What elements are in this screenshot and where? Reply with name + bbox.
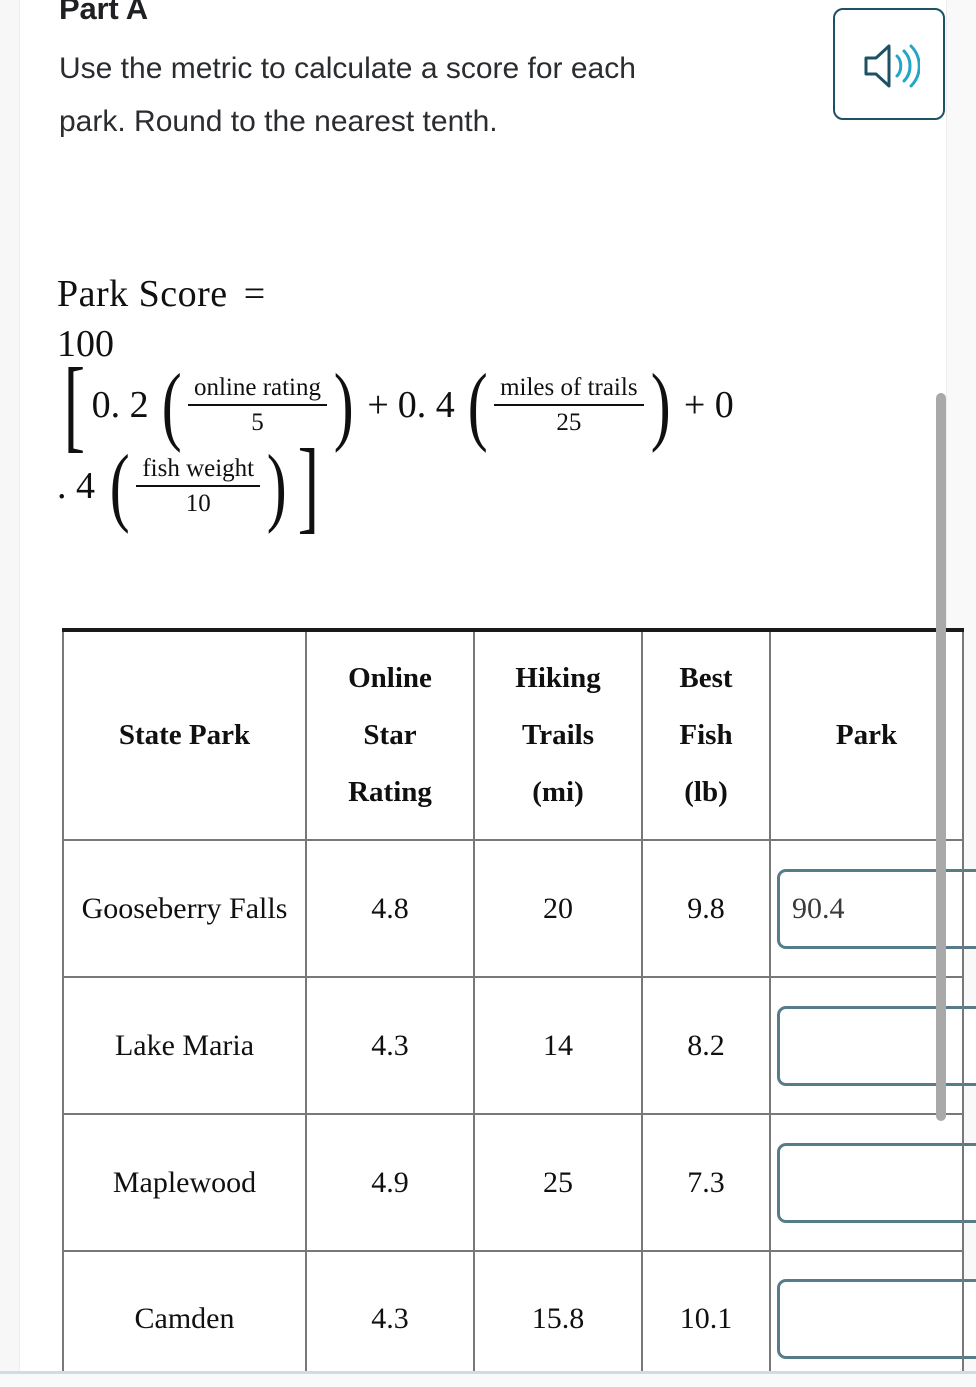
play-audio-button[interactable] (833, 8, 945, 120)
formula-close-bracket: ] (298, 427, 320, 543)
page-title: Part A (59, 0, 148, 26)
column-header-fish-line-3: (lb) (684, 776, 728, 808)
bottom-edge-band (0, 1371, 976, 1387)
column-header-rating-line-3: Rating (348, 776, 432, 808)
cell-park-score (769, 1250, 976, 1387)
park-score-input[interactable] (777, 1142, 976, 1223)
question-prompt: Use the metric to calculate a score for … (59, 52, 636, 138)
formula-fraction-miles-of-trails: miles of trails 25 (494, 374, 644, 437)
formula-term3-numerator: fish weight (136, 455, 261, 487)
cell-state-park: Maplewood (62, 1113, 307, 1252)
formula-fraction-fish-weight: fish weight 10 (136, 455, 261, 518)
table-row: Maplewood 4.9 25 7.3 (62, 1113, 976, 1252)
formula-plus-1: + (367, 384, 389, 427)
column-header-hiking-trails: Hiking Trails (mi) (473, 628, 643, 841)
park-score-table: State Park Online Star Rating Hiking Tra… (62, 628, 976, 1387)
park-score-input[interactable] (777, 1005, 976, 1086)
formula-close-paren-2: ) (650, 356, 671, 454)
table-row: Camden 4.3 15.8 10.1 (62, 1250, 976, 1387)
column-header-rating-line-1: Online (348, 662, 432, 694)
formula-open-bracket: [ (63, 347, 86, 462)
formula-term2-coefficient: 0. 4 (397, 384, 455, 427)
column-header-state-park: State Park (62, 628, 307, 841)
formula-term1-coefficient: 0. 2 (91, 384, 149, 427)
formula-open-paren-1: ( (161, 356, 182, 454)
column-header-fish-line-1: Best (679, 662, 733, 694)
cell-park-score (769, 839, 976, 978)
formula-term1-denominator: 5 (251, 408, 264, 436)
cell-best-fish: 7.3 (641, 1113, 771, 1252)
cell-state-park: Lake Maria (62, 976, 307, 1115)
formula-term3-denominator: 10 (185, 489, 211, 517)
park-score-input[interactable] (777, 868, 976, 949)
formula-open-paren-3: ( (109, 437, 130, 535)
table-row: Gooseberry Falls 4.8 20 9.8 (62, 839, 976, 978)
table-header: State Park Online Star Rating Hiking Tra… (62, 628, 964, 841)
column-header-rating-line-2: Star (363, 719, 417, 751)
cell-hiking-trails: 20 (473, 839, 643, 978)
cell-hiking-trails: 15.8 (473, 1250, 643, 1387)
cell-park-score (769, 1113, 976, 1252)
table-vertical-scrollbar[interactable] (936, 393, 946, 1121)
column-header-trails-line-2: Trails (522, 719, 594, 751)
column-header-trails-line-1: Hiking (515, 662, 601, 694)
table-header-row: State Park Online Star Rating Hiking Tra… (62, 628, 964, 841)
formula-plus-2: + 0 (683, 384, 734, 427)
cell-best-fish: 10.1 (641, 1250, 771, 1387)
cell-best-fish: 8.2 (641, 976, 771, 1115)
cell-state-park: Gooseberry Falls (62, 839, 307, 978)
formula-term1-numerator: online rating (187, 374, 328, 406)
cell-online-star-rating: 4.8 (305, 839, 475, 978)
column-header-best-fish: Best Fish (lb) (641, 628, 771, 841)
cell-online-star-rating: 4.3 (305, 976, 475, 1115)
park-score-formula: Park Score = 100 [ 0. 2 ( online rating … (57, 272, 927, 543)
table-row: Lake Maria 4.3 14 8.2 (62, 976, 976, 1115)
formula-close-paren-3: ) (266, 437, 287, 535)
cell-hiking-trails: 25 (473, 1113, 643, 1252)
formula-open-paren-2: ( (467, 356, 488, 454)
cell-hiking-trails: 14 (473, 976, 643, 1115)
column-header-online-star-rating: Online Star Rating (305, 628, 475, 841)
column-header-park-score-line-1: Park (835, 719, 898, 751)
column-header-trails-line-3: (mi) (532, 776, 584, 808)
formula-term2-numerator: miles of trails (494, 374, 644, 406)
cell-state-park: Camden (62, 1250, 307, 1387)
cell-online-star-rating: 4.9 (305, 1113, 475, 1252)
formula-label: Park Score (57, 273, 228, 315)
formula-term3-coefficient: . 4 (57, 465, 95, 508)
column-header-park-score: Park (769, 628, 964, 841)
cell-park-score (769, 976, 976, 1115)
formula-term2-denominator: 25 (556, 408, 582, 436)
formula-close-paren-1: ) (333, 356, 354, 454)
column-header-state-park-line-1: State Park (118, 719, 251, 751)
question-content-panel: Part A Use the metric to calculate a sco… (21, 0, 976, 1387)
formula-equals: = (243, 273, 266, 315)
left-page-gutter (0, 0, 20, 1387)
table-body: Gooseberry Falls 4.8 20 9.8 Lake Maria 4… (62, 839, 976, 1387)
park-score-input[interactable] (777, 1279, 976, 1359)
cell-best-fish: 9.8 (641, 839, 771, 978)
column-header-fish-line-2: Fish (679, 719, 733, 751)
cell-online-star-rating: 4.3 (305, 1250, 475, 1387)
